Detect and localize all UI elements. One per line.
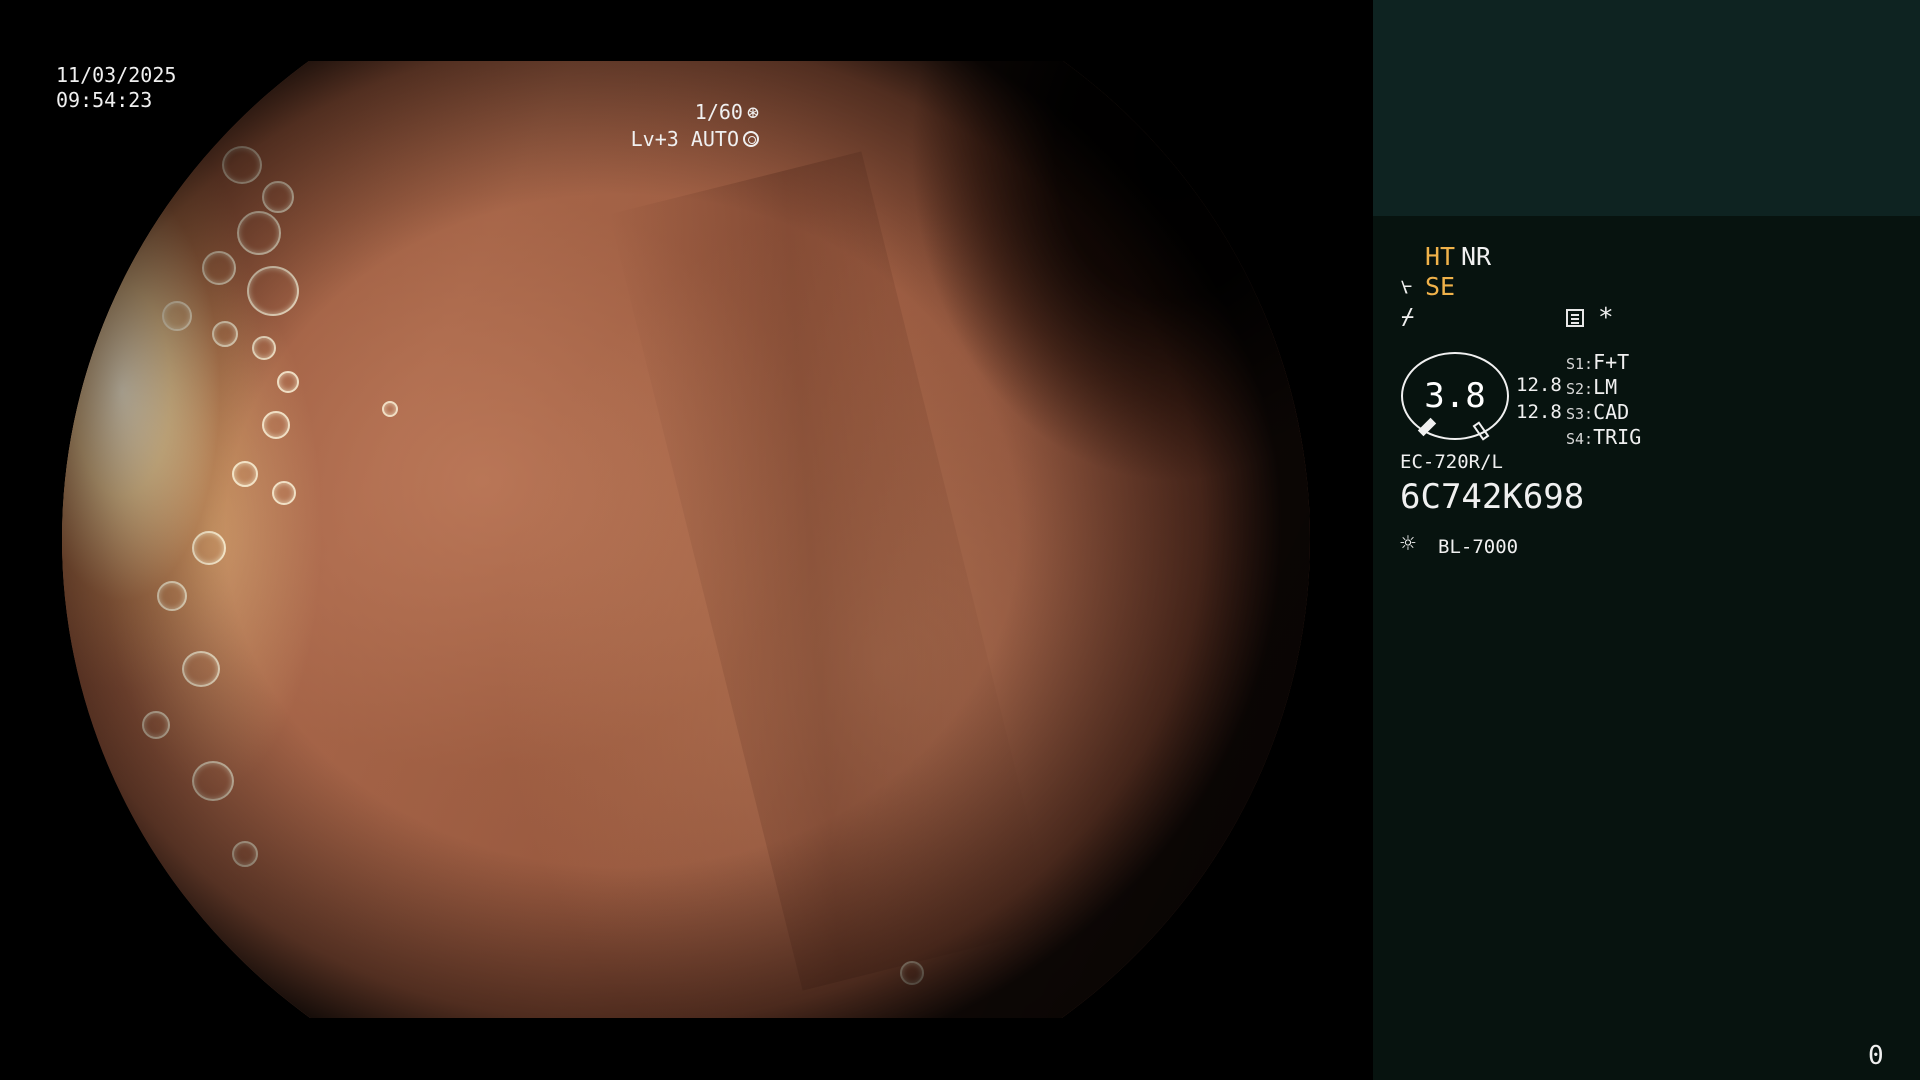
shutter-speed: 1/60 ⊛ [695,100,759,124]
gauge-bottom-value: 12.8 [1516,401,1562,423]
structure-enhance-icon: ᢣ [1401,276,1413,301]
endoscope-image [62,61,1310,1018]
switch-key: S4: [1566,430,1594,448]
frame-counter: 0 [1868,1041,1884,1071]
switch-value: F+T [1593,350,1630,374]
switch-2: S2:LM [1566,374,1617,402]
edge-icon: ⌿ [1401,305,1415,330]
switch-value: TRIG [1593,425,1642,449]
iris-icon [743,131,759,147]
gauge-marker-right [1472,421,1490,441]
switch-key: S2: [1566,380,1594,398]
settings-list-icon [1566,309,1584,327]
gauge-marker-left [1417,417,1437,437]
scope-serial: 6C742K698 [1400,477,1585,517]
switch-3: S3:CAD [1566,399,1629,427]
nr-indicator: NR [1461,242,1492,271]
gauge-top-value: 12.8 [1516,374,1562,396]
exposure-level: Lv+3 AUTO [631,127,759,151]
exposure-label: Lv+3 AUTO [630,127,739,151]
switch-4: S4:TRIG [1566,424,1641,452]
switch-value: CAD [1593,400,1630,424]
sun-icon: ☼ [1400,529,1416,559]
exam-time: 09:54:23 [56,88,153,112]
exam-date: 11/03/2025 [56,63,177,87]
switch-key: S3: [1566,405,1594,423]
gauge-value: 3.8 [1424,376,1486,416]
switch-value: LM [1593,375,1618,399]
ht-indicator: HT [1425,242,1456,271]
scope-model: EC-720R/L [1400,451,1503,473]
info-panel: HT NR ᢣ SE ⌿ * 3.8 12.8 12.8 S1:F+T S2:L… [1373,0,1920,1080]
panel-header-area [1373,0,1920,216]
shutter-label: 1/60 [694,100,743,124]
endoscope-video-area: 11/03/2025 09:54:23 1/60 ⊛ Lv+3 AUTO [0,0,1373,1080]
light-source-model: BL-7000 [1438,536,1519,558]
star-indicator: * [1598,303,1614,333]
lens-vignette [62,61,1310,1018]
aperture-icon: ⊛ [746,100,759,124]
switch-key: S1: [1566,355,1594,373]
se-indicator: SE [1425,272,1456,301]
zoom-gauge: 3.8 [1401,352,1509,441]
switch-1: S1:F+T [1566,349,1629,377]
